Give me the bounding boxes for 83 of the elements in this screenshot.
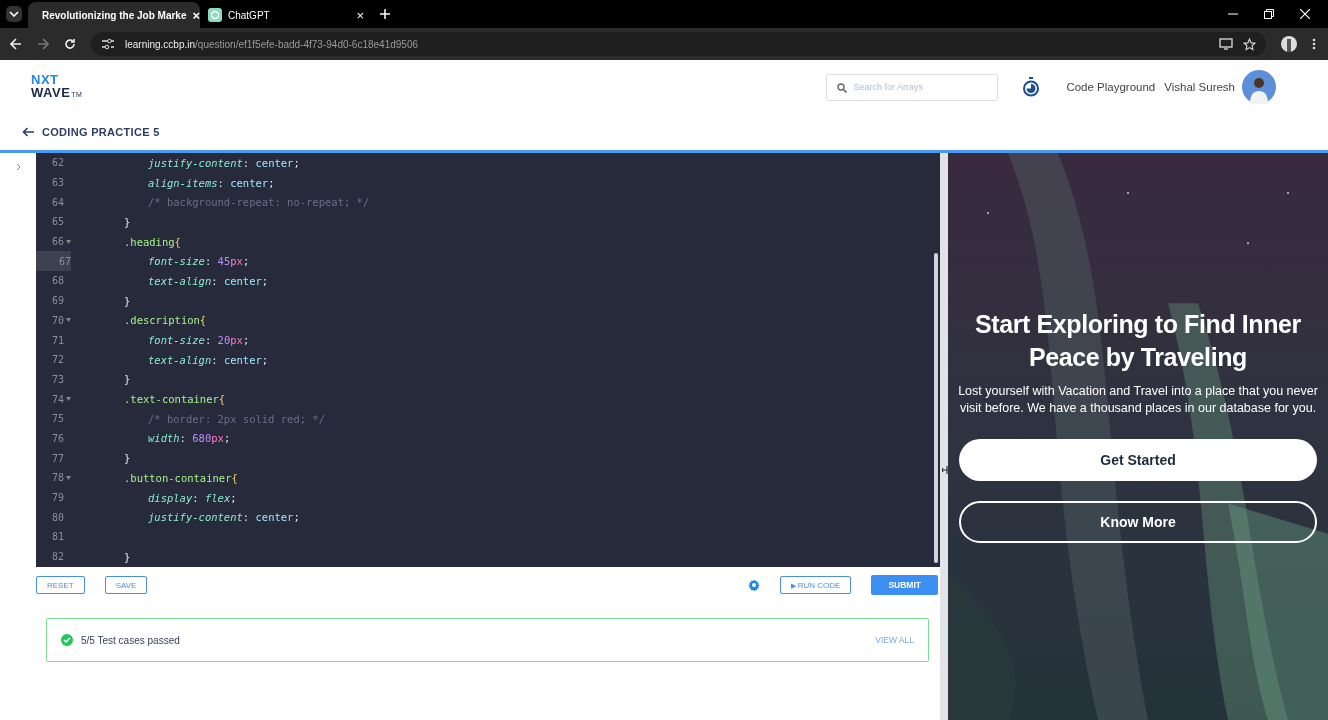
line-number: 63 bbox=[50, 176, 64, 191]
line-number: 65 bbox=[50, 215, 64, 230]
hero-description: Lost yourself with Vacation and Travel into a place that you never visit before. We have a thousand places in our database for you. bbox=[958, 383, 1318, 417]
code-line: } bbox=[124, 550, 131, 563]
line-number: 66 bbox=[50, 235, 64, 250]
close-tab-button[interactable]: × bbox=[192, 7, 201, 23]
know-more-button[interactable]: Know More bbox=[959, 501, 1317, 543]
line-number: 71 bbox=[50, 333, 64, 348]
close-icon[interactable] bbox=[1300, 9, 1310, 19]
fold-icon[interactable] bbox=[66, 239, 71, 244]
resize-handle[interactable] bbox=[940, 153, 948, 720]
line-number: 76 bbox=[50, 431, 64, 446]
search-field[interactable]: Search for Arrays bbox=[826, 73, 999, 101]
code-line: text-align: center; bbox=[148, 274, 269, 287]
chevron-icon bbox=[9, 11, 19, 17]
code-line: /* border: 2px solid red; */ bbox=[148, 412, 325, 425]
site-settings-icon[interactable] bbox=[101, 38, 115, 50]
search-icon bbox=[837, 82, 848, 93]
forward-icon[interactable] bbox=[37, 38, 49, 50]
line-number: 78 bbox=[50, 471, 64, 486]
line-number: 80 bbox=[50, 510, 64, 525]
line-number: 64 bbox=[50, 195, 64, 210]
code-line: } bbox=[124, 294, 131, 307]
code-line: text-align: center; bbox=[148, 353, 269, 366]
code-line: justify-content: center; bbox=[148, 511, 300, 524]
line-number: 74 bbox=[50, 392, 64, 407]
code-line: } bbox=[124, 215, 131, 228]
line-number: 70 bbox=[50, 313, 64, 328]
close-tab-button[interactable]: × bbox=[356, 7, 364, 23]
code-line: .button-container{ bbox=[124, 471, 238, 484]
nav-link[interactable]: Code Playground bbox=[1066, 81, 1156, 93]
back-arrow-icon bbox=[22, 127, 35, 137]
avatar[interactable] bbox=[1242, 70, 1276, 104]
new-tab-icon[interactable] bbox=[380, 9, 390, 19]
hero-heading: Start Exploring to Find Inner Peace by Traveling bbox=[974, 309, 1302, 373]
reset-button[interactable]: RESET bbox=[36, 576, 85, 594]
code-line: justify-content: center; bbox=[148, 156, 300, 169]
line-number: 68 bbox=[50, 274, 64, 289]
code-line: align-items: center; bbox=[148, 176, 275, 189]
code-line: .description{ bbox=[124, 314, 207, 327]
fold-icon[interactable] bbox=[66, 475, 71, 480]
browser-tab[interactable]: Revolutionizing the Job Marke × bbox=[28, 2, 200, 28]
more-menu-icon[interactable] bbox=[1312, 38, 1316, 50]
chat-icon bbox=[208, 8, 222, 22]
user-name[interactable]: Vishal Suresh bbox=[1164, 81, 1235, 93]
settings-icon[interactable] bbox=[747, 579, 760, 591]
code-line: display: flex; bbox=[148, 491, 237, 504]
expand-icon[interactable] bbox=[15, 163, 21, 171]
back-link[interactable]: CODING PRACTICE 5 bbox=[22, 126, 160, 138]
fold-icon[interactable] bbox=[66, 318, 71, 323]
result-text: 5/5 Test cases passed bbox=[81, 634, 180, 646]
line-number: 67 bbox=[36, 251, 71, 272]
restore-icon[interactable] bbox=[1264, 9, 1274, 19]
tab-search-button[interactable] bbox=[6, 6, 22, 22]
reload-icon[interactable] bbox=[64, 38, 76, 50]
code-line: font-size: 45px; bbox=[148, 255, 250, 268]
line-number: 81 bbox=[50, 530, 64, 545]
save-button[interactable]: SAVE bbox=[104, 576, 148, 594]
code-line: width: 680px; bbox=[148, 432, 231, 445]
back-icon[interactable] bbox=[10, 38, 22, 50]
get-started-button[interactable]: Get Started bbox=[959, 439, 1317, 481]
line-number: 72 bbox=[50, 353, 64, 368]
code-line: } bbox=[124, 373, 131, 386]
install-app-icon[interactable] bbox=[1219, 38, 1233, 50]
profile-avatar-icon[interactable] bbox=[1281, 36, 1297, 52]
stopwatch-icon[interactable] bbox=[1022, 77, 1041, 97]
line-number: 75 bbox=[50, 412, 64, 427]
code-line: /* background-repeat: no-repeat; */ bbox=[148, 196, 370, 209]
star-icon[interactable] bbox=[1243, 37, 1256, 51]
code-line: .heading{ bbox=[124, 235, 181, 248]
check-icon bbox=[61, 634, 73, 646]
fold-icon[interactable] bbox=[66, 397, 71, 402]
line-number: 82 bbox=[50, 550, 64, 565]
line-number: 62 bbox=[50, 156, 64, 171]
code-line: } bbox=[124, 452, 131, 465]
line-number: 73 bbox=[50, 372, 64, 387]
code-line: font-size: 20px; bbox=[148, 334, 250, 347]
line-number: 69 bbox=[50, 294, 64, 309]
line-number: 77 bbox=[50, 451, 64, 466]
browser-tab[interactable]: ChatGPT × bbox=[200, 2, 372, 28]
code-line: .text-container{ bbox=[124, 393, 226, 406]
address-bar[interactable]: learning.ccbp.in/question/ef1f5efe-badd-4f73-94d0-6c18e41d9506 bbox=[91, 32, 1266, 56]
line-number: 79 bbox=[50, 491, 64, 506]
